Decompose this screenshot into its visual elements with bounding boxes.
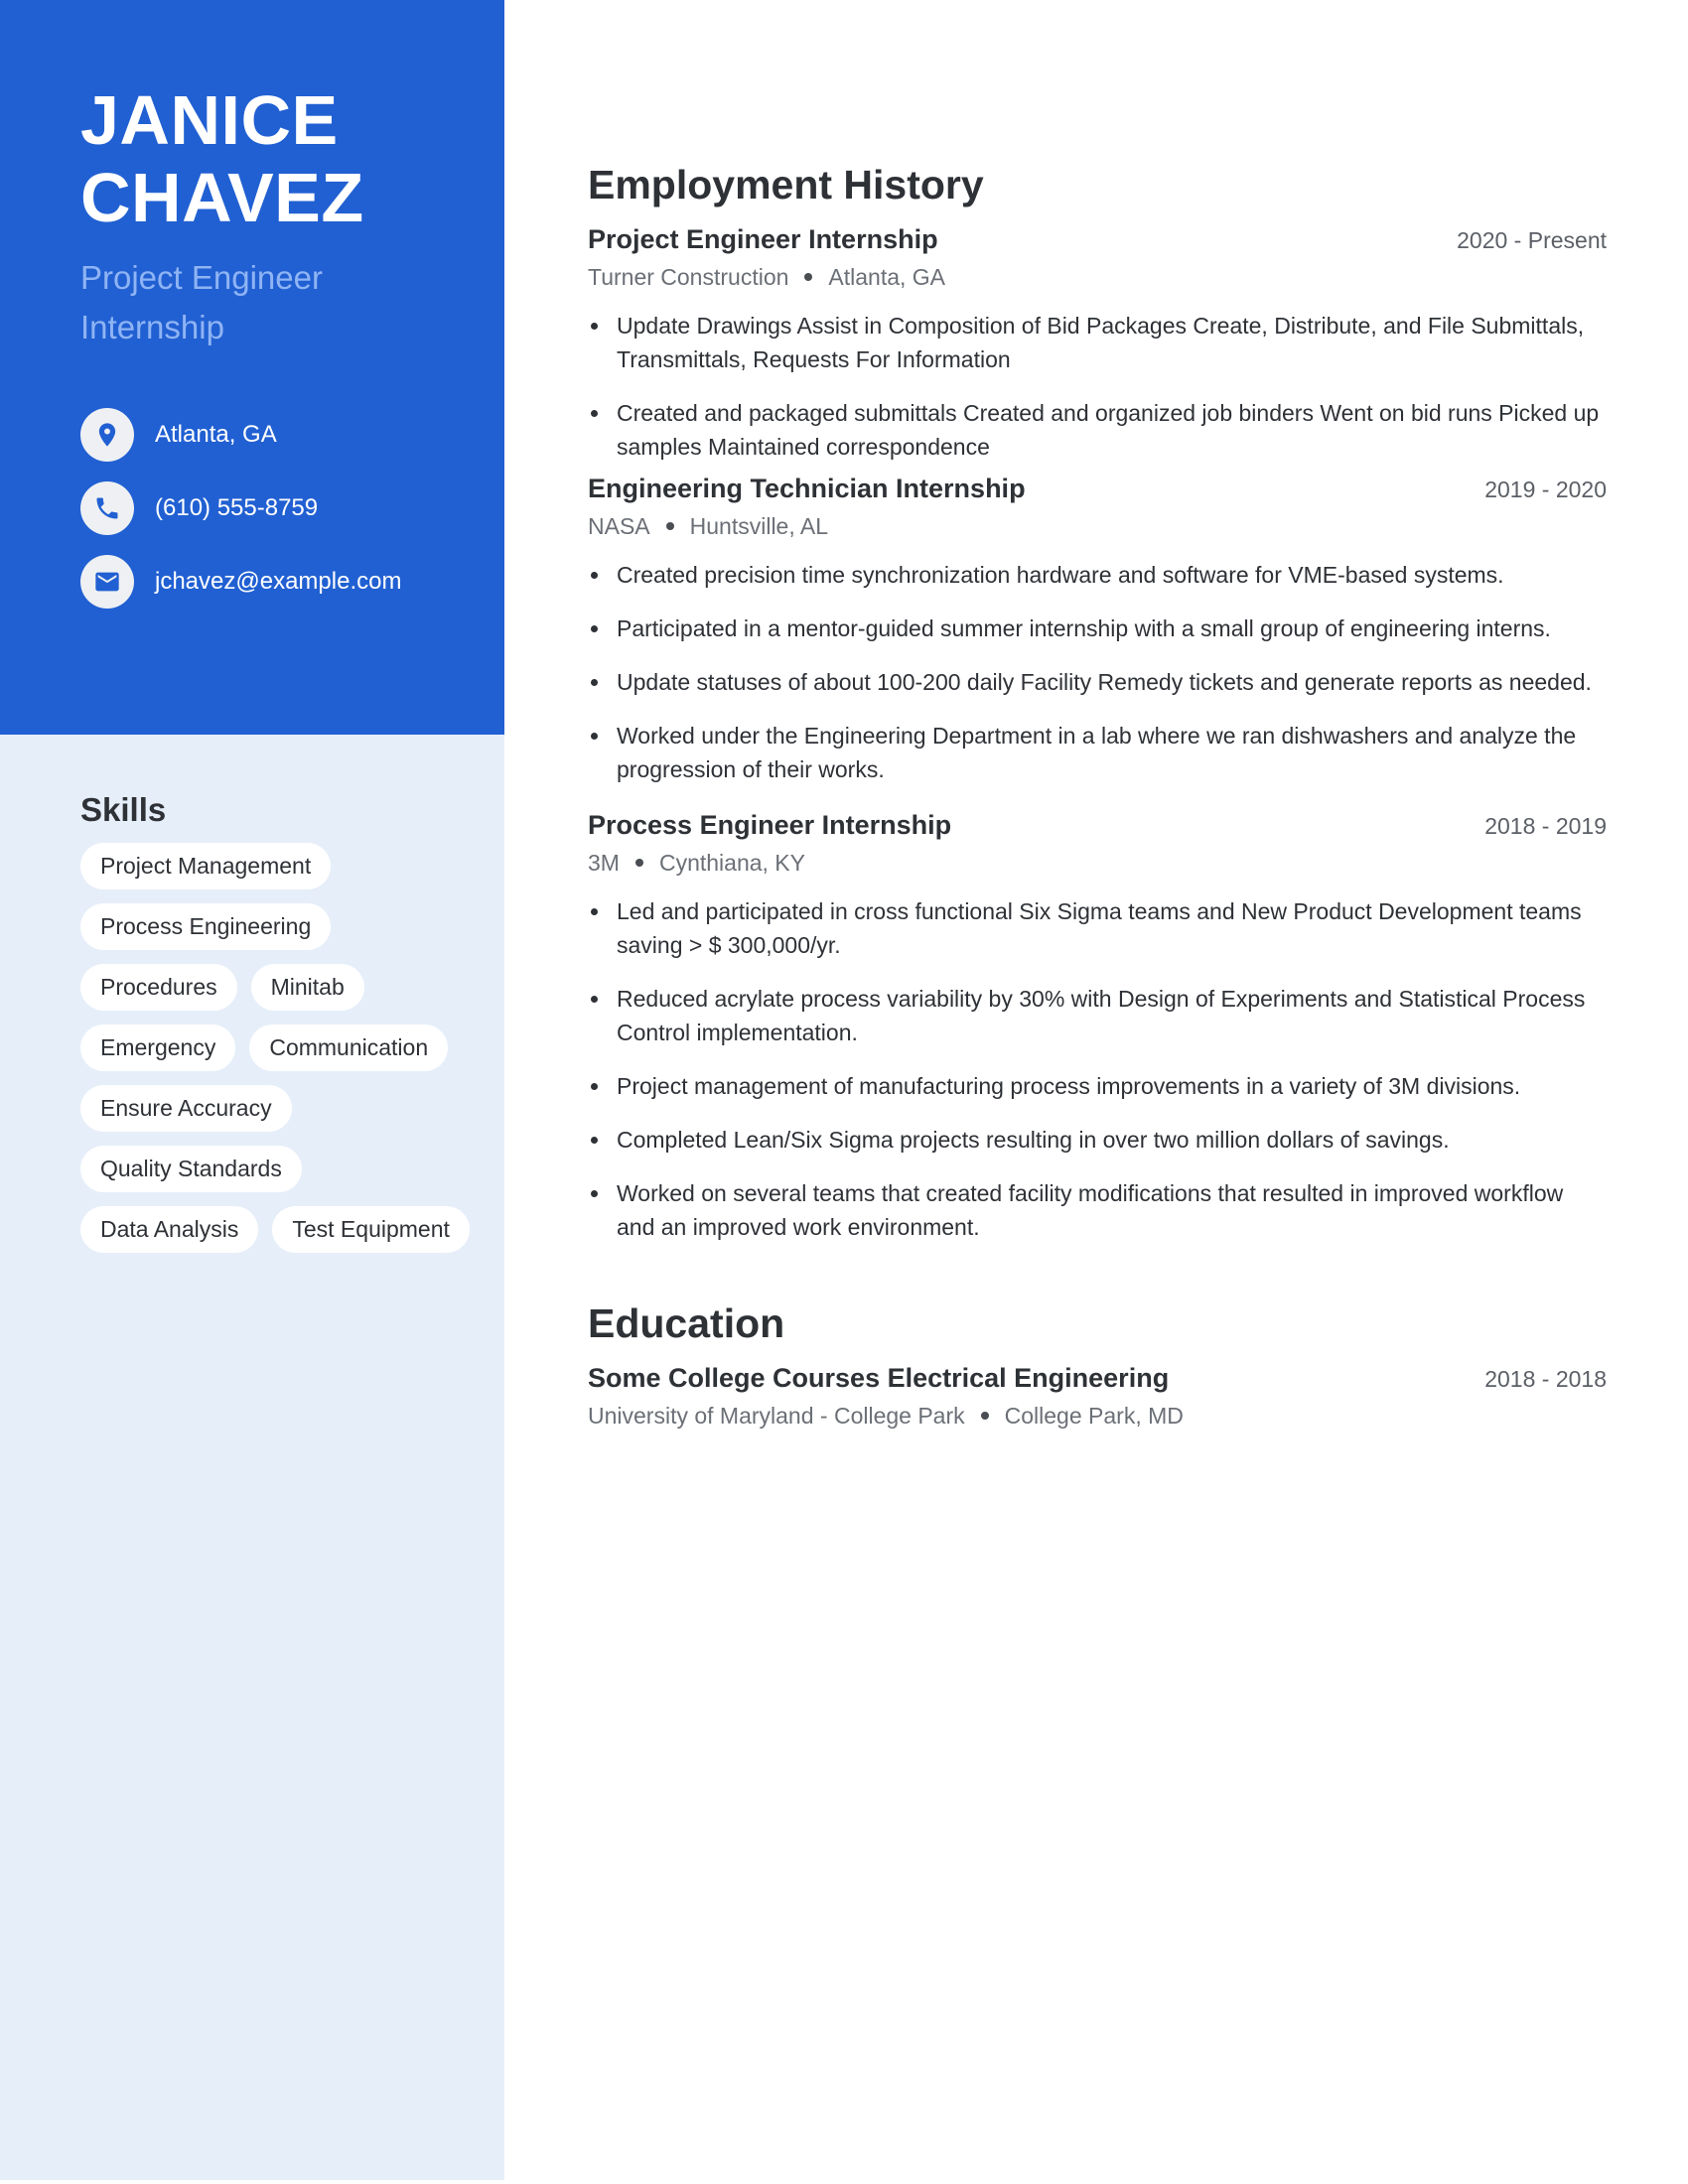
profile-header: JANICE CHAVEZ Project Engineer Internshi… <box>0 0 504 735</box>
mail-icon <box>80 555 134 609</box>
phone-icon <box>80 481 134 535</box>
education-school: University of Maryland - College Park <box>588 1403 965 1429</box>
job-entry: Process Engineer Internship 2018 - 2019 … <box>588 806 1607 1244</box>
job-employer-line: Turner Construction Atlanta, GA <box>588 259 1607 295</box>
job-date: 2020 - Present <box>1457 227 1607 253</box>
map-pin-icon <box>80 408 134 462</box>
location-text: Atlanta, GA <box>155 421 277 448</box>
skill-pill: Quality Standards <box>80 1146 302 1192</box>
skill-pill: Ensure Accuracy <box>80 1085 292 1132</box>
job-entry: Engineering Technician Internship 2019 -… <box>588 470 1607 786</box>
headline: Project Engineer Internship <box>80 259 323 345</box>
skill-pill: Data Analysis <box>80 1206 259 1253</box>
skill-pill: Communication <box>249 1024 449 1071</box>
job-location: Huntsville, AL <box>689 513 828 539</box>
separator-dot <box>980 1411 989 1420</box>
job-bullets: Led and participated in cross functional… <box>588 894 1607 1244</box>
education-heading: Education <box>588 1300 785 1346</box>
job-company: 3M <box>588 850 620 876</box>
education-header: Some College Courses Electrical Engineer… <box>588 1359 1607 1398</box>
main-content: Employment History Project Engineer Inte… <box>588 159 1607 1433</box>
job-entry: Project Engineer Internship 2020 - Prese… <box>588 220 1607 464</box>
employment-heading: Employment History <box>588 162 984 207</box>
job-date: 2019 - 2020 <box>1484 477 1607 502</box>
education-entry: Some College Courses Electrical Engineer… <box>588 1359 1607 1433</box>
sidebar: JANICE CHAVEZ Project Engineer Internshi… <box>0 0 504 2180</box>
job-company: Turner Construction <box>588 264 789 290</box>
job-bullet: Completed Lean/Six Sigma projects result… <box>588 1123 1607 1157</box>
job-bullet: Participated in a mentor-guided summer i… <box>588 612 1607 645</box>
skill-pill: Procedures <box>80 964 237 1011</box>
skills-section: Skills Project Management Process Engine… <box>80 789 478 1253</box>
job-header: Project Engineer Internship 2020 - Prese… <box>588 220 1607 259</box>
job-bullet: Led and participated in cross functional… <box>588 894 1607 962</box>
job-employer-line: 3M Cynthiana, KY <box>588 845 1607 881</box>
job-employer-line: NASA Huntsville, AL <box>588 508 1607 544</box>
skill-pill: Process Engineering <box>80 903 332 950</box>
education-date: 2018 - 2018 <box>1484 1366 1607 1392</box>
skill-pill: Emergency <box>80 1024 236 1071</box>
job-bullets: Created precision time synchronization h… <box>588 558 1607 786</box>
job-bullet: Project management of manufacturing proc… <box>588 1069 1607 1103</box>
contact-phone: (610) 555-8759 <box>80 481 401 535</box>
job-bullet: Worked under the Engineering Department … <box>588 719 1607 786</box>
contact-list: Atlanta, GA (610) 555-8759 jchavez@examp… <box>80 408 401 628</box>
job-header: Engineering Technician Internship 2019 -… <box>588 470 1607 508</box>
education-school-line: University of Maryland - College Park Col… <box>588 1398 1607 1433</box>
job-title: Project Engineer Internship <box>588 224 938 254</box>
skills-list: Project Management Process Engineering P… <box>80 843 478 1253</box>
job-location: Cynthiana, KY <box>658 850 805 876</box>
last-name: CHAVEZ <box>80 159 364 236</box>
phone-text[interactable]: (610) 555-8759 <box>155 494 318 522</box>
contact-location: Atlanta, GA <box>80 408 401 462</box>
separator-dot <box>665 521 674 530</box>
separator-dot <box>634 858 643 867</box>
job-bullet: Update statuses of about 100-200 daily F… <box>588 665 1607 699</box>
first-name: JANICE <box>80 81 339 159</box>
job-bullets: Update Drawings Assist in Composition of… <box>588 309 1607 464</box>
job-date: 2018 - 2019 <box>1484 813 1607 839</box>
job-bullet: Reduced acrylate process variability by … <box>588 982 1607 1049</box>
education-section: Education Some College Courses Electrica… <box>588 1297 1607 1433</box>
candidate-name: JANICE CHAVEZ <box>80 81 364 236</box>
job-header: Process Engineer Internship 2018 - 2019 <box>588 806 1607 845</box>
skill-pill: Project Management <box>80 843 332 889</box>
job-bullet: Created and packaged submittals Created … <box>588 396 1607 464</box>
email-link[interactable]: jchavez@example.com <box>155 568 401 596</box>
education-location: College Park, MD <box>1004 1403 1184 1429</box>
job-location: Atlanta, GA <box>828 264 946 290</box>
job-company: NASA <box>588 513 650 539</box>
job-title: Engineering Technician Internship <box>588 474 1026 503</box>
skill-pill: Test Equipment <box>272 1206 470 1253</box>
separator-dot <box>804 272 813 281</box>
contact-email: jchavez@example.com <box>80 555 401 609</box>
job-bullet: Worked on several teams that created fac… <box>588 1176 1607 1244</box>
education-title: Some College Courses Electrical Engineer… <box>588 1363 1170 1393</box>
skills-heading: Skills <box>80 791 167 828</box>
employment-section: Employment History Project Engineer Inte… <box>588 159 1607 1244</box>
skill-pill: Minitab <box>250 964 364 1011</box>
job-bullet: Update Drawings Assist in Composition of… <box>588 309 1607 376</box>
job-bullet: Created precision time synchronization h… <box>588 558 1607 592</box>
job-title: Process Engineer Internship <box>588 810 952 840</box>
